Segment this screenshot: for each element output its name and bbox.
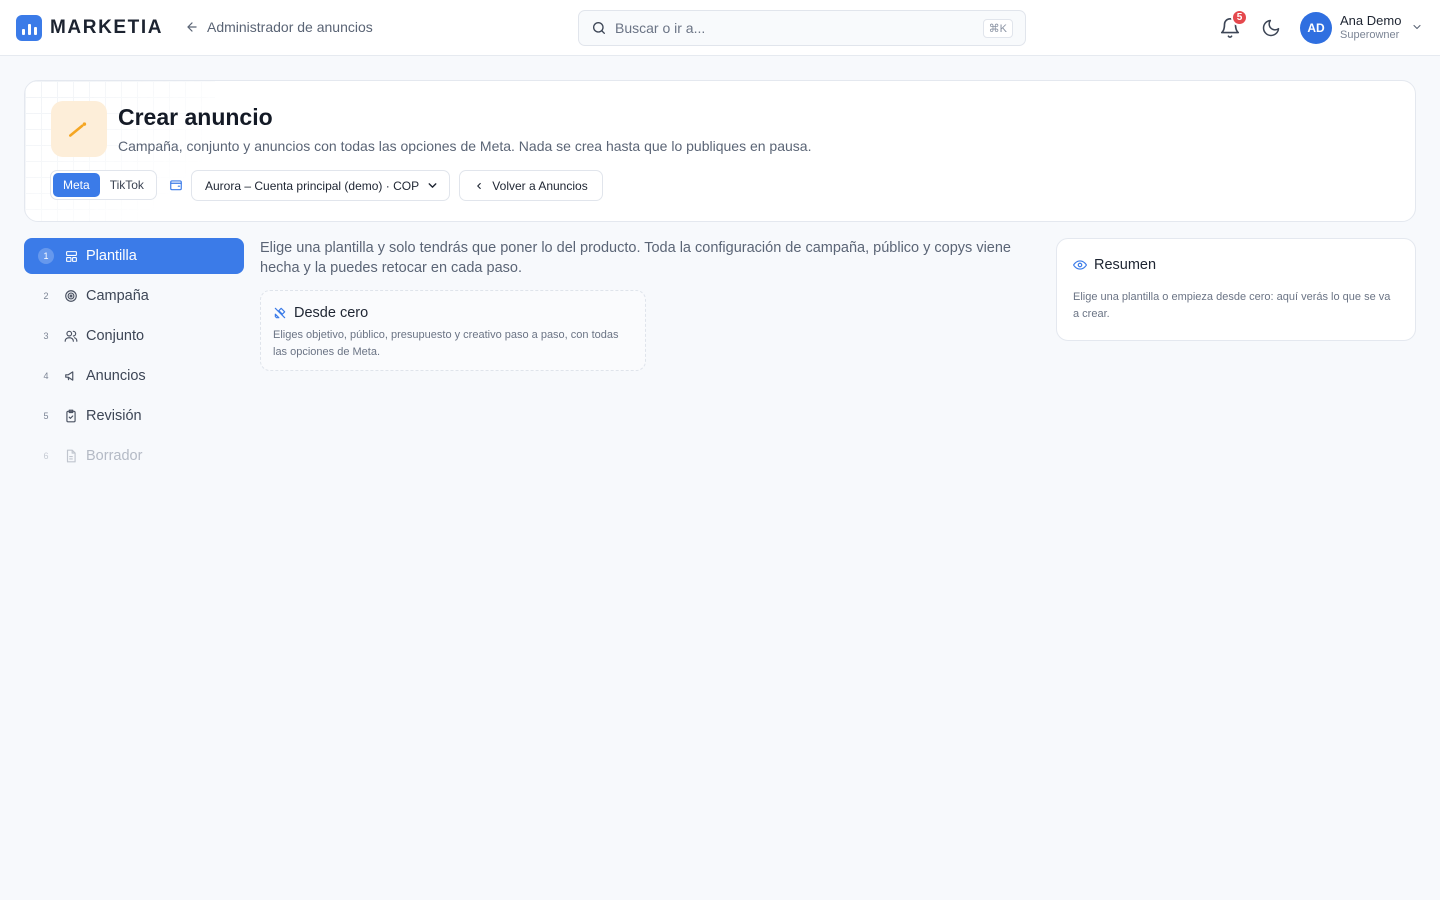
ad-account-value: Aurora – Cuenta principal (demo) · COP: [205, 178, 420, 193]
back-to-ads-button[interactable]: Volver a Anuncios: [459, 170, 603, 201]
page-header-card: Crear anuncio Campaña, conjunto y anunci…: [24, 80, 1416, 222]
megaphone-icon: [64, 369, 78, 383]
user-name[interactable]: Ana Demo: [1340, 13, 1401, 28]
page-subtitle: Campaña, conjunto y anuncios con todas l…: [118, 138, 812, 154]
user-role: Superowner: [1340, 29, 1400, 41]
summary-text: Elige una plantilla o empieza desde cero…: [1073, 291, 1391, 320]
step-borrador: 6 Borrador: [24, 438, 244, 474]
step-plantilla[interactable]: 1 Plantilla: [24, 238, 244, 274]
chevron-down-icon[interactable]: [1411, 21, 1423, 33]
users-icon: [64, 329, 78, 343]
moon-icon[interactable]: [1261, 18, 1281, 38]
step-anuncios[interactable]: 4 Anuncios: [24, 358, 244, 394]
template-intro-text: Elige una plantilla y solo tendrás que p…: [260, 240, 1011, 276]
platform-tiktok-button[interactable]: TikTok: [100, 173, 154, 197]
arrow-left-icon: [187, 22, 197, 32]
template-icon: [64, 249, 78, 263]
target-icon: [64, 289, 78, 303]
step-label: Conjunto: [86, 328, 145, 344]
step-conjunto[interactable]: 3 Conjunto: [24, 318, 244, 354]
wallet-icon: [170, 180, 182, 191]
step-campana[interactable]: 2 Campaña: [24, 278, 244, 314]
step-number: 4: [43, 371, 49, 381]
template-card-desde-cero[interactable]: Desde cero Eliges objetivo, público, pre…: [260, 290, 646, 371]
notification-badge: 5: [1231, 9, 1248, 26]
clipboard-check-icon: [64, 409, 78, 423]
step-number: 3: [43, 331, 49, 341]
brand-logo[interactable]: MARKETIA: [16, 15, 163, 41]
ad-account-select[interactable]: Aurora – Cuenta principal (demo) · COP: [191, 170, 450, 201]
search-shortcut: ⌘K: [982, 18, 1013, 38]
step-label: Borrador: [86, 448, 143, 464]
search-input[interactable]: Buscar o ir a... ⌘K: [578, 10, 1026, 46]
brand-name: MARKETIA: [50, 17, 164, 38]
template-card-description: Eliges objetivo, público, presupuesto y …: [273, 329, 619, 358]
magic-wand-icon: [51, 101, 107, 157]
platform-toggle: Meta TikTok: [50, 170, 157, 200]
back-to-admin-link[interactable]: Administrador de anuncios: [185, 19, 373, 35]
chevron-down-icon: [428, 183, 437, 188]
summary-panel: Resumen Elige una plantilla o empieza de…: [1056, 238, 1416, 341]
avatar[interactable]: AD: [1300, 12, 1332, 44]
step-revision[interactable]: 5 Revisión: [24, 398, 244, 434]
file-icon: [64, 449, 78, 463]
page-title: Crear anuncio: [118, 104, 273, 130]
step-number: 2: [43, 291, 49, 301]
bar-chart-icon: [16, 15, 42, 41]
step-label: Campaña: [86, 288, 149, 304]
search-icon: [593, 22, 605, 34]
step-number: 6: [43, 451, 49, 461]
template-card-title: Desde cero: [294, 305, 369, 321]
step-label: Plantilla: [86, 248, 137, 264]
step-number: 1: [38, 248, 54, 264]
back-to-admin-label: Administrador de anuncios: [207, 19, 373, 35]
tools-icon: [274, 307, 286, 319]
summary-title: Resumen: [1094, 257, 1157, 273]
back-to-ads-label: Volver a Anuncios: [492, 178, 588, 193]
platform-meta-button[interactable]: Meta: [53, 173, 100, 197]
step-label: Revisión: [86, 408, 142, 424]
step-label: Anuncios: [86, 368, 146, 384]
wizard-steps: 1 Plantilla 2 Campaña 3 Conjunto 4 Anunc…: [24, 238, 244, 478]
top-bar: MARKETIA Administrador de anuncios Busca…: [0, 0, 1440, 56]
step-number: 5: [43, 411, 49, 421]
search-placeholder: Buscar o ir a...: [615, 20, 706, 36]
eye-icon: [1073, 260, 1087, 270]
chevron-left-icon: [477, 182, 482, 189]
